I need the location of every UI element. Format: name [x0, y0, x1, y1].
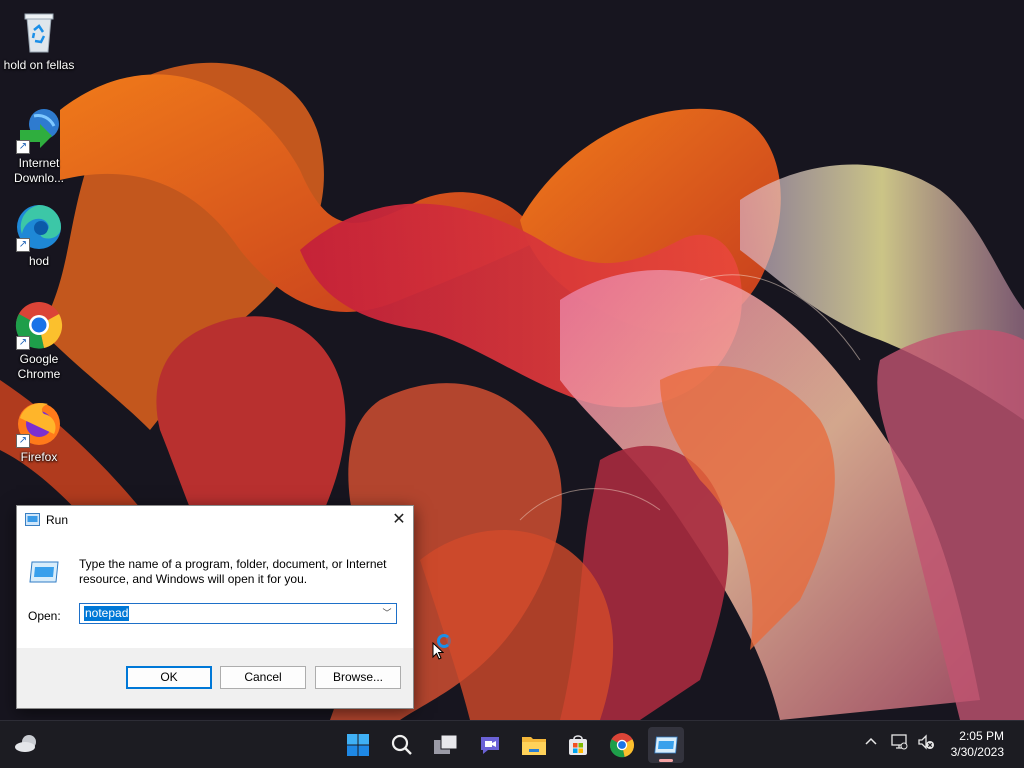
- run-description: Type the name of a program, folder, docu…: [79, 557, 387, 586]
- shortcut-arrow-icon: ↗: [16, 140, 30, 154]
- clock-time: 2:05 PM: [959, 729, 1004, 743]
- desktop-icon-firefox[interactable]: ↗ Firefox: [2, 398, 76, 465]
- microsoft-store-button[interactable]: [560, 727, 596, 763]
- desktop-icon-label: Google Chrome: [17, 352, 61, 381]
- desktop-icon-label: Firefox: [20, 450, 58, 464]
- run-icon: [654, 736, 678, 754]
- search-button[interactable]: [384, 727, 420, 763]
- edge-icon: ↗: [14, 202, 64, 252]
- show-hidden-icons-chevron-up-icon[interactable]: [864, 734, 878, 752]
- open-input-value[interactable]: notepad: [84, 606, 130, 621]
- ok-button[interactable]: OK: [126, 666, 212, 689]
- clock-date: 3/30/2023: [950, 745, 1004, 759]
- chrome-icon: [609, 733, 635, 758]
- run-program-icon: [29, 560, 59, 587]
- desktop-icon-label: Internet Downlo...: [13, 156, 65, 185]
- microsoft-store-icon: [569, 735, 587, 755]
- desktop-icon-internet-download-manager[interactable]: ↗ Internet Downlo...: [2, 104, 76, 186]
- weather-widget-icon[interactable]: [14, 732, 40, 758]
- firefox-icon: ↗: [14, 398, 64, 448]
- desktop-icon-google-chrome[interactable]: ↗ Google Chrome: [2, 300, 76, 382]
- desktop-icon-label: hold on fellas: [3, 58, 75, 72]
- shortcut-arrow-icon: ↗: [16, 336, 30, 350]
- chrome-taskbar-button[interactable]: [604, 727, 640, 763]
- shortcut-arrow-icon: ↗: [16, 238, 30, 252]
- run-icon: [25, 513, 40, 529]
- run-dialog: Run ✕ Type the name of a program, folder…: [16, 505, 414, 709]
- desktop-icon-label: hod: [28, 254, 50, 268]
- start-icon: [347, 734, 369, 756]
- active-app-indicator: [659, 759, 673, 762]
- run-title-bar[interactable]: Run ✕: [17, 506, 413, 534]
- task-view-button[interactable]: [428, 727, 464, 763]
- file-explorer-button[interactable]: [516, 727, 552, 763]
- teams-chat-icon: [481, 737, 499, 754]
- run-dialog-title: Run: [46, 513, 69, 527]
- recycle-bin-icon: [14, 6, 64, 56]
- search-icon: [391, 734, 412, 755]
- network-icon[interactable]: [890, 734, 908, 754]
- start-button[interactable]: [340, 727, 376, 763]
- close-button[interactable]: ✕: [385, 506, 413, 534]
- shortcut-arrow-icon: ↗: [16, 434, 30, 448]
- task-view-icon: [434, 734, 458, 754]
- desktop-icon-edge[interactable]: ↗ hod: [2, 202, 76, 269]
- file-explorer-icon: [522, 737, 546, 755]
- teams-chat-button[interactable]: [472, 727, 508, 763]
- mouse-cursor-icon: [432, 642, 444, 660]
- desktop-icon-recycle-bin[interactable]: hold on fellas: [2, 6, 76, 73]
- internet-download-manager-icon: ↗: [14, 104, 64, 154]
- close-icon: ✕: [392, 511, 406, 528]
- open-label: Open:: [28, 609, 61, 623]
- run-dialog-body: Type the name of a program, folder, docu…: [17, 534, 413, 648]
- chevron-down-icon[interactable]: ﹀: [380, 604, 394, 623]
- browse-button[interactable]: Browse...: [315, 666, 401, 689]
- cancel-button[interactable]: Cancel: [220, 666, 306, 689]
- taskbar: 2:05 PM 3/30/2023: [0, 720, 1024, 768]
- open-combobox[interactable]: notepad ﹀: [79, 603, 397, 624]
- chrome-icon: ↗: [14, 300, 64, 350]
- volume-muted-icon[interactable]: [917, 734, 935, 754]
- system-clock[interactable]: 2:05 PM 3/30/2023: [951, 728, 1004, 760]
- run-taskbar-button[interactable]: [648, 727, 684, 763]
